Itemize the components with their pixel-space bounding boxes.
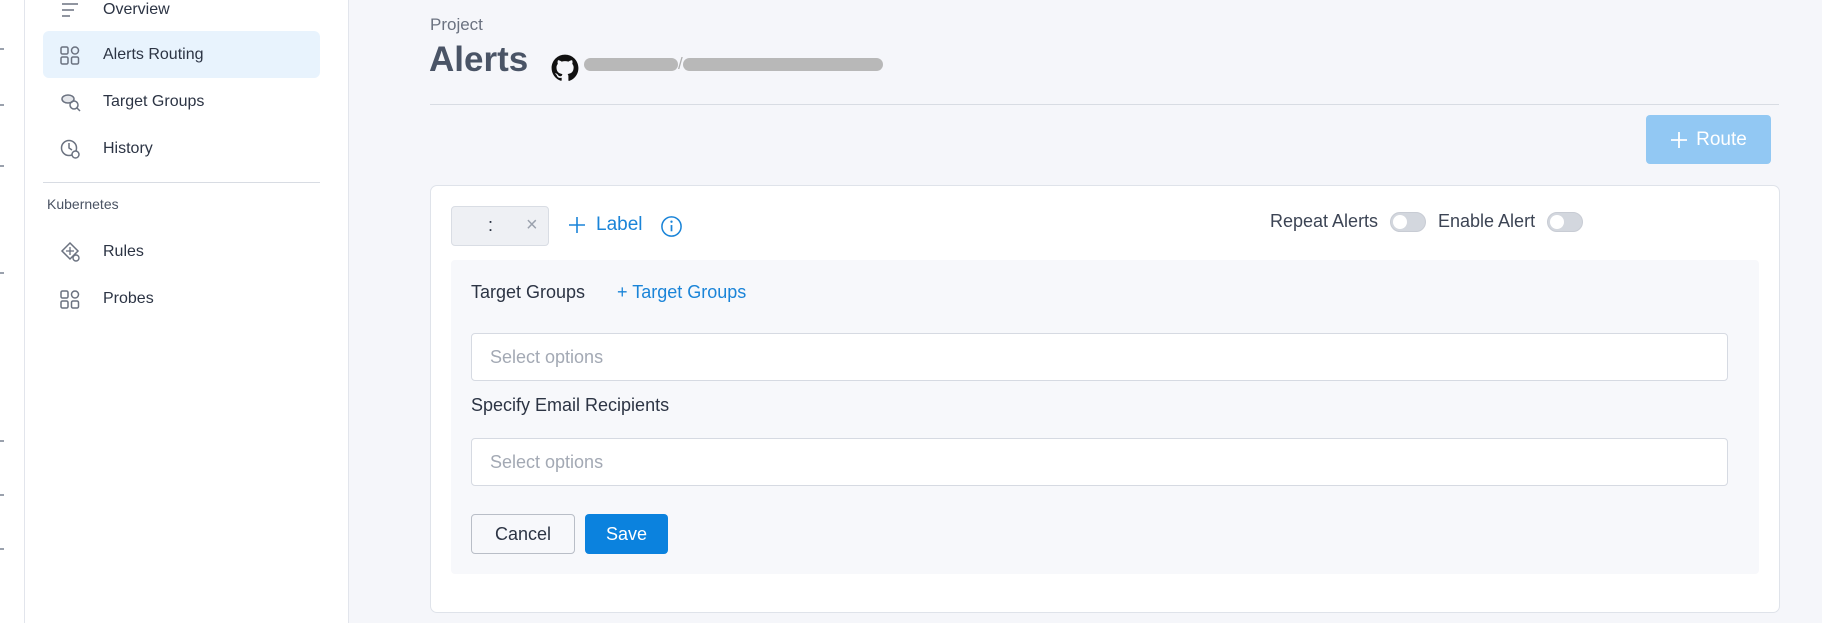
sidebar-item-label: Rules (103, 242, 144, 260)
email-recipients-select[interactable]: Select options (471, 438, 1728, 486)
add-target-groups-link[interactable]: + Target Groups (617, 282, 746, 303)
plus-icon (569, 217, 585, 233)
route-card: : × Label Repeat Alerts Enable Alert Tar… (430, 185, 1780, 613)
sidebar-item-label: Probes (103, 289, 154, 307)
sidebar-item-alerts-routing[interactable]: Alerts Routing (43, 31, 320, 78)
sidebar-item-label: Alerts Routing (103, 45, 204, 63)
enable-alert-toggle-row: Enable Alert (1438, 211, 1584, 232)
history-icon (59, 138, 81, 160)
rail-marker (0, 440, 4, 442)
target-groups-select[interactable]: Select options (471, 333, 1728, 381)
label-chip-separator: : (488, 215, 494, 235)
redacted-repo (682, 58, 883, 72)
route-form: Target Groups + Target Groups Select opt… (451, 260, 1759, 574)
sidebar-item-history[interactable]: History (43, 125, 320, 172)
redacted-owner (584, 58, 678, 72)
repeat-alerts-toggle-row: Repeat Alerts (1270, 211, 1427, 232)
breadcrumb: Project (430, 15, 483, 34)
repeat-alerts-toggle[interactable] (1390, 211, 1427, 232)
page-title: Alerts (429, 40, 529, 79)
rail-marker (0, 104, 4, 106)
enable-alert-toggle[interactable] (1547, 211, 1584, 232)
probes-icon (59, 288, 81, 310)
rail-marker (0, 494, 4, 496)
sidebar-item-label: Overview (103, 0, 170, 18)
list-icon (59, 0, 81, 21)
sidebar-item-label: History (103, 139, 153, 157)
main-content: Project Alerts / Route : × Label Repeat … (349, 0, 1822, 623)
rail-marker (0, 48, 4, 50)
plus-icon (1671, 131, 1688, 148)
sidebar-item-target-groups[interactable]: Target Groups (43, 78, 320, 125)
enable-alert-label: Enable Alert (1438, 211, 1536, 231)
sidebar-item-probes[interactable]: Probes (43, 275, 320, 322)
sidebar-item-label: Target Groups (103, 92, 205, 110)
add-route-button[interactable]: Route (1646, 115, 1771, 164)
left-rail (0, 0, 25, 623)
repeat-alerts-label: Repeat Alerts (1270, 211, 1379, 231)
sidebar-section-kubernetes: Kubernetes (47, 196, 119, 212)
repository-name[interactable]: / (584, 54, 883, 74)
rail-marker (0, 272, 4, 274)
rules-icon (59, 241, 81, 263)
add-label-button[interactable]: Label (568, 214, 643, 236)
rail-marker (0, 165, 4, 167)
sidebar-item-overview[interactable]: Overview (43, 0, 320, 33)
rail-marker (0, 548, 4, 550)
label-chip[interactable]: : × (451, 206, 549, 246)
target-groups-icon (59, 91, 81, 113)
header-divider (430, 104, 1779, 105)
close-icon[interactable]: × (526, 214, 538, 237)
save-button[interactable]: Save (585, 514, 668, 554)
email-recipients-label: Specify Email Recipients (471, 395, 670, 415)
cancel-button[interactable]: Cancel (471, 514, 575, 554)
sidebar: Overview Alerts Routing Target Groups Hi… (25, 0, 349, 623)
sidebar-divider (43, 182, 320, 183)
github-icon (551, 54, 579, 81)
info-icon[interactable] (660, 215, 683, 238)
routing-icon (59, 44, 81, 66)
sidebar-item-rules[interactable]: Rules (43, 228, 320, 275)
target-groups-label: Target Groups (471, 282, 586, 302)
